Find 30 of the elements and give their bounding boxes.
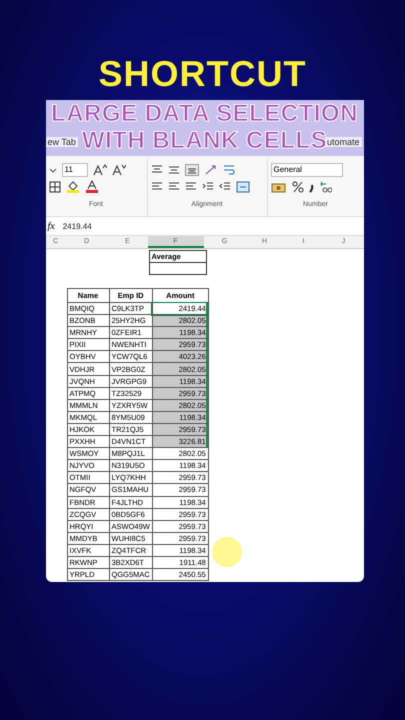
bottom-align-icon[interactable] xyxy=(184,164,198,176)
orientation-icon[interactable] xyxy=(204,164,218,176)
decimal-icon[interactable] xyxy=(320,180,332,192)
formula-field[interactable]: 2419.44 xyxy=(62,222,92,230)
font-color-icon[interactable] xyxy=(84,180,98,193)
grow-font-icon[interactable] xyxy=(92,164,107,176)
indent-icon[interactable] xyxy=(218,182,230,192)
number-format-dropdown[interactable]: General xyxy=(270,162,343,176)
ribbon-tab[interactable]: utomate xyxy=(324,137,362,147)
top-align-icon[interactable] xyxy=(150,164,162,174)
borders-icon[interactable] xyxy=(48,180,60,192)
percent-icon[interactable] xyxy=(292,180,304,192)
wrap-text-icon[interactable] xyxy=(222,164,234,176)
merge-icon[interactable] xyxy=(236,180,250,192)
cursor-highlight xyxy=(212,537,242,567)
middle-align-icon[interactable] xyxy=(168,164,180,174)
indent-icon[interactable] xyxy=(202,182,214,192)
ribbon-tab[interactable]: ew Tab xyxy=(46,137,78,147)
function-button[interactable]: fx xyxy=(46,220,55,232)
align-text-icon[interactable] xyxy=(150,182,162,192)
font-size-dropdown[interactable]: 11 xyxy=(62,162,88,176)
banner-text: WITH BLANK CELLS xyxy=(82,127,328,154)
align-text-icon[interactable] xyxy=(168,182,180,192)
fill-color-icon[interactable] xyxy=(66,180,80,193)
headline: SHORTCUT xyxy=(98,54,306,94)
caret-icon[interactable] xyxy=(48,166,56,174)
shrink-font-icon[interactable] xyxy=(112,164,126,176)
currency-icon[interactable] xyxy=(270,180,286,192)
align-text-icon[interactable] xyxy=(184,182,196,192)
banner-text: LARGE DATA SELECTION xyxy=(51,100,358,127)
